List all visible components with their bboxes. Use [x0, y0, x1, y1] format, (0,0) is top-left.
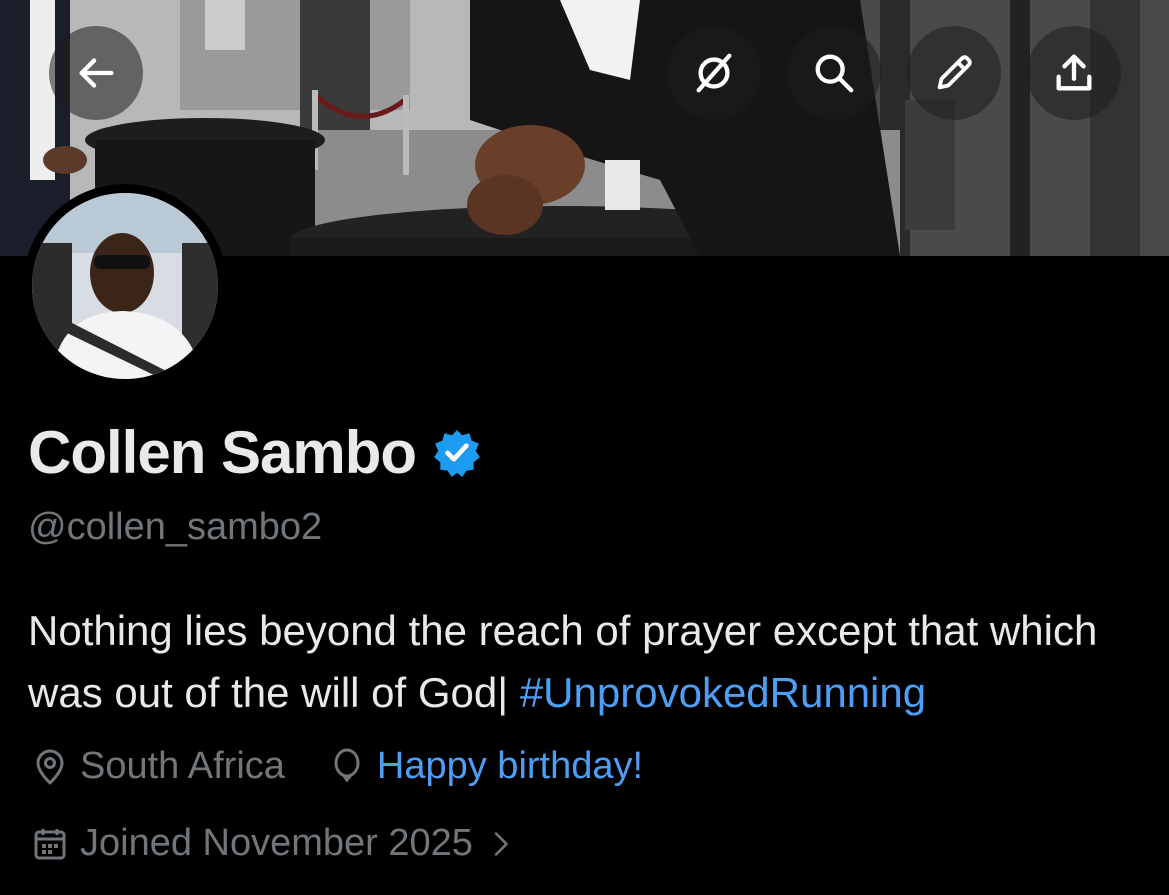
arrow-left-icon: [79, 58, 114, 88]
bio-hashtag-link[interactable]: #UnprovokedRunning: [520, 669, 926, 716]
calendar-icon: [34, 828, 66, 859]
back-button[interactable]: [49, 26, 143, 120]
edit-icon: [937, 55, 972, 90]
share-icon: [1056, 54, 1092, 91]
joined-text: Joined November 2025: [80, 822, 473, 864]
profile-meta-row: South Africa Happy birthday!: [30, 745, 643, 788]
verified-badge-icon[interactable]: [432, 428, 482, 478]
avatar-container[interactable]: [23, 184, 227, 388]
location-text: South Africa: [80, 745, 285, 787]
balloon-icon: [334, 748, 360, 782]
avatar[interactable]: [32, 193, 218, 379]
display-name: Collen Sambo: [28, 419, 417, 486]
grok-button[interactable]: [667, 26, 761, 120]
profile-handle: @collen_sambo2: [28, 506, 323, 548]
birthday-link[interactable]: Happy birthday!: [377, 745, 643, 788]
edit-button[interactable]: [907, 26, 1001, 120]
joined-row[interactable]: Joined November 2025: [30, 822, 527, 865]
search-icon: [815, 54, 854, 93]
profile-bio: Nothing lies beyond the reach of prayer …: [28, 600, 1148, 724]
location-pin-icon: [36, 749, 64, 784]
search-button[interactable]: [787, 26, 881, 120]
share-button[interactable]: [1027, 26, 1121, 120]
profile-name-row: Collen Sambo: [28, 418, 482, 487]
chevron-right-icon: [494, 831, 508, 856]
grok-icon: [696, 53, 732, 93]
avatar-photo: [32, 193, 218, 379]
